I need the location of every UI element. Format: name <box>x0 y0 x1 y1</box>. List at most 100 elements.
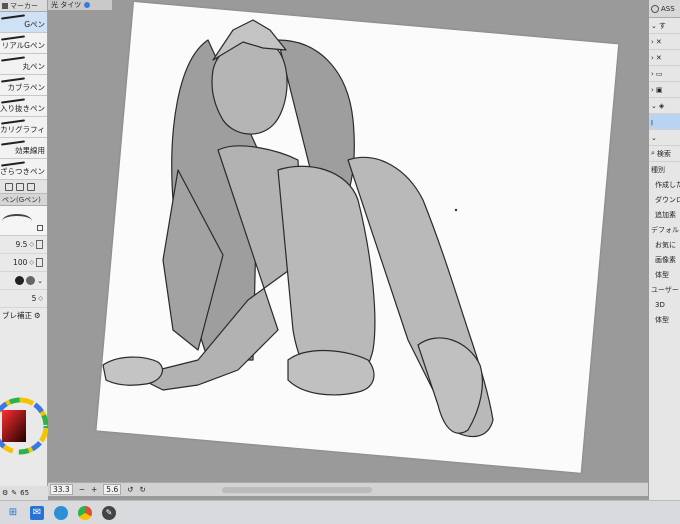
gear-icon[interactable]: ⚙ <box>2 489 8 497</box>
edge-icon[interactable] <box>54 505 68 520</box>
brush-list-toolbar <box>0 180 47 194</box>
brush-label: リアルGペン <box>1 41 45 50</box>
asset-tree-row[interactable]: › ✕ <box>649 34 680 50</box>
asset-panel-title: ASS <box>661 4 675 13</box>
zoom-in-button[interactable]: + <box>91 485 97 494</box>
zoom-out-button[interactable]: − <box>79 485 85 494</box>
rotate-left-icon[interactable]: ↺ <box>127 485 133 494</box>
opacity-value[interactable]: 100 <box>13 258 27 267</box>
asset-tree-row[interactable]: › ▣ <box>649 82 680 98</box>
zoom-value[interactable]: 33.3 <box>50 484 73 495</box>
brush-label: ざらつきペン <box>0 167 45 176</box>
horizontal-scrollbar[interactable] <box>221 486 372 493</box>
canvas-area[interactable]: 光 タイツ 33.3 − + 5.6 ↺ ↻ <box>48 0 648 500</box>
opacity-spinner[interactable]: ◇ <box>29 259 34 266</box>
brush-size-value[interactable]: 9.5 <box>15 240 27 249</box>
chevron-right-icon: › <box>651 85 654 94</box>
rotation-value[interactable]: 5.6 <box>103 484 122 495</box>
tool-property-title: ペン(Gペン) <box>2 195 41 204</box>
pressure-toggle-icon[interactable] <box>36 240 43 249</box>
stabilization-row: ブレ補正 ⚙ <box>0 308 47 322</box>
brush-size-row: 9.5 ◇ <box>0 236 47 254</box>
marker-icon <box>2 2 8 9</box>
right-panel: ASS ⌄す ›✕ ›✕ ›▭ ›▣ ⌄◈ ꞁ ⌄ ⌕ 検索 種別 作成した ダ… <box>648 0 680 500</box>
filter-item[interactable]: 作成した <box>649 177 680 192</box>
chevron-right-icon: › <box>651 53 654 62</box>
chrome-icon[interactable] <box>78 505 92 520</box>
pen-icon[interactable]: ✎ <box>11 489 17 497</box>
lock-icon[interactable] <box>37 225 43 231</box>
anti-alias-value[interactable]: 5 <box>32 294 37 303</box>
color-wheel-icon[interactable] <box>0 378 48 478</box>
stray-dot <box>454 208 458 212</box>
brush-shape-soft-icon[interactable] <box>26 276 36 285</box>
subtool-group-tab[interactable]: マーカー <box>0 0 47 12</box>
brush-stroke-preview <box>0 56 26 62</box>
brush-item-real-g-pen[interactable]: リアルGペン <box>0 33 47 54</box>
brush-item-kabura-pen[interactable]: カブラペン <box>0 75 47 96</box>
anti-alias-spinner[interactable]: ◇ <box>38 295 43 302</box>
filter-group-header: デフォルト <box>651 225 680 234</box>
filter-item[interactable]: お気に <box>649 237 680 252</box>
brush-shape-solid-icon[interactable] <box>15 276 25 285</box>
filter-item[interactable]: ダウンロ <box>649 192 680 207</box>
opacity-row: 100 ◇ <box>0 254 47 272</box>
brush-label: 入り抜きペン <box>0 104 45 113</box>
brush-label: Gペン <box>24 20 45 29</box>
chevron-right-icon: › <box>651 37 654 46</box>
brush-shape-row: ⌄ <box>0 272 47 290</box>
cube-icon: ◈ <box>658 101 665 110</box>
rotate-right-icon[interactable]: ↻ <box>140 485 146 494</box>
asset-tree-label: す <box>658 21 666 30</box>
brush-item-maru-pen[interactable]: 丸ペン <box>0 54 47 75</box>
brush-item-g-pen[interactable]: Gペン <box>0 12 47 33</box>
brush-label: 丸ペン <box>22 62 46 71</box>
filter-item[interactable]: 体型 <box>649 267 680 282</box>
mail-icon[interactable]: ✉ <box>30 505 44 520</box>
filter-group-header: ユーザー <box>651 285 679 294</box>
tool-panel: マーカー Gペン リアルGペン 丸ペン カブラペン 入り抜きペン カリグラフィ <box>0 0 48 500</box>
filter-item[interactable]: 追加素 <box>649 207 680 222</box>
folder-icon: ▭ <box>655 69 663 78</box>
copy-brush-icon[interactable] <box>16 182 24 191</box>
anti-alias-row: 5 ◇ <box>0 290 47 308</box>
asset-tree-row[interactable]: ⌄ ◈ <box>649 98 680 114</box>
chevron-down-icon: ⌄ <box>651 21 657 30</box>
tool-property-header: ペン(Gペン) <box>0 194 47 206</box>
image-icon: ▣ <box>655 85 663 94</box>
filter-item[interactable]: 画像素 <box>649 252 680 267</box>
brush-label: 効果線用 <box>15 146 45 155</box>
brush-item-calligraphy[interactable]: カリグラフィ <box>0 117 47 138</box>
chevron-down-icon: ⌄ <box>651 101 657 110</box>
brush-size-spinner[interactable]: ◇ <box>29 241 34 248</box>
left-status-bar: ⚙ ✎ 65 <box>0 486 48 500</box>
canvas-status-bar: 33.3 − + 5.6 ↺ ↻ <box>48 482 648 496</box>
figure-icon: ꞁ <box>651 117 653 126</box>
asset-tree-row[interactable]: › ▭ <box>649 66 680 82</box>
settings-icon[interactable]: ⚙ <box>34 311 41 320</box>
status-zoom-value: 65 <box>20 489 30 497</box>
brush-list: Gペン リアルGペン 丸ペン カブラペン 入り抜きペン カリグラフィ 効果線用 <box>0 12 47 180</box>
search-row[interactable]: ⌕ 検索 <box>649 146 680 162</box>
asset-tree-row[interactable]: ⌄ す <box>649 18 680 34</box>
lineart-drawing <box>102 19 494 438</box>
filter-item[interactable]: 体型 <box>649 312 680 327</box>
asset-tree-row[interactable]: › ✕ <box>649 50 680 66</box>
brush-item-rough-pen[interactable]: ざらつきペン <box>0 159 47 180</box>
windows-icon[interactable]: ⊞ <box>6 506 20 520</box>
brush-item-effect-line[interactable]: 効果線用 <box>0 138 47 159</box>
chevron-down-icon[interactable]: ⌄ <box>37 277 43 285</box>
cross-icon: ✕ <box>655 37 662 46</box>
delete-brush-icon[interactable] <box>27 182 35 191</box>
search-label: 検索 <box>656 149 671 158</box>
opacity-toggle-icon[interactable] <box>36 258 43 267</box>
clip-studio-icon[interactable]: ✎ <box>102 505 116 520</box>
asset-tree-row[interactable]: ⌄ <box>649 130 680 146</box>
asset-panel-header: ASS <box>649 0 680 18</box>
brush-item-irinuki-pen[interactable]: 入り抜きペン <box>0 96 47 117</box>
filter-item[interactable]: 3D <box>649 297 680 312</box>
add-brush-icon[interactable] <box>5 182 13 191</box>
asset-tree-row-selected[interactable]: ꞁ <box>649 114 680 130</box>
stabilization-label: ブレ補正 <box>2 310 32 320</box>
search-icon: ⌕ <box>651 149 655 157</box>
